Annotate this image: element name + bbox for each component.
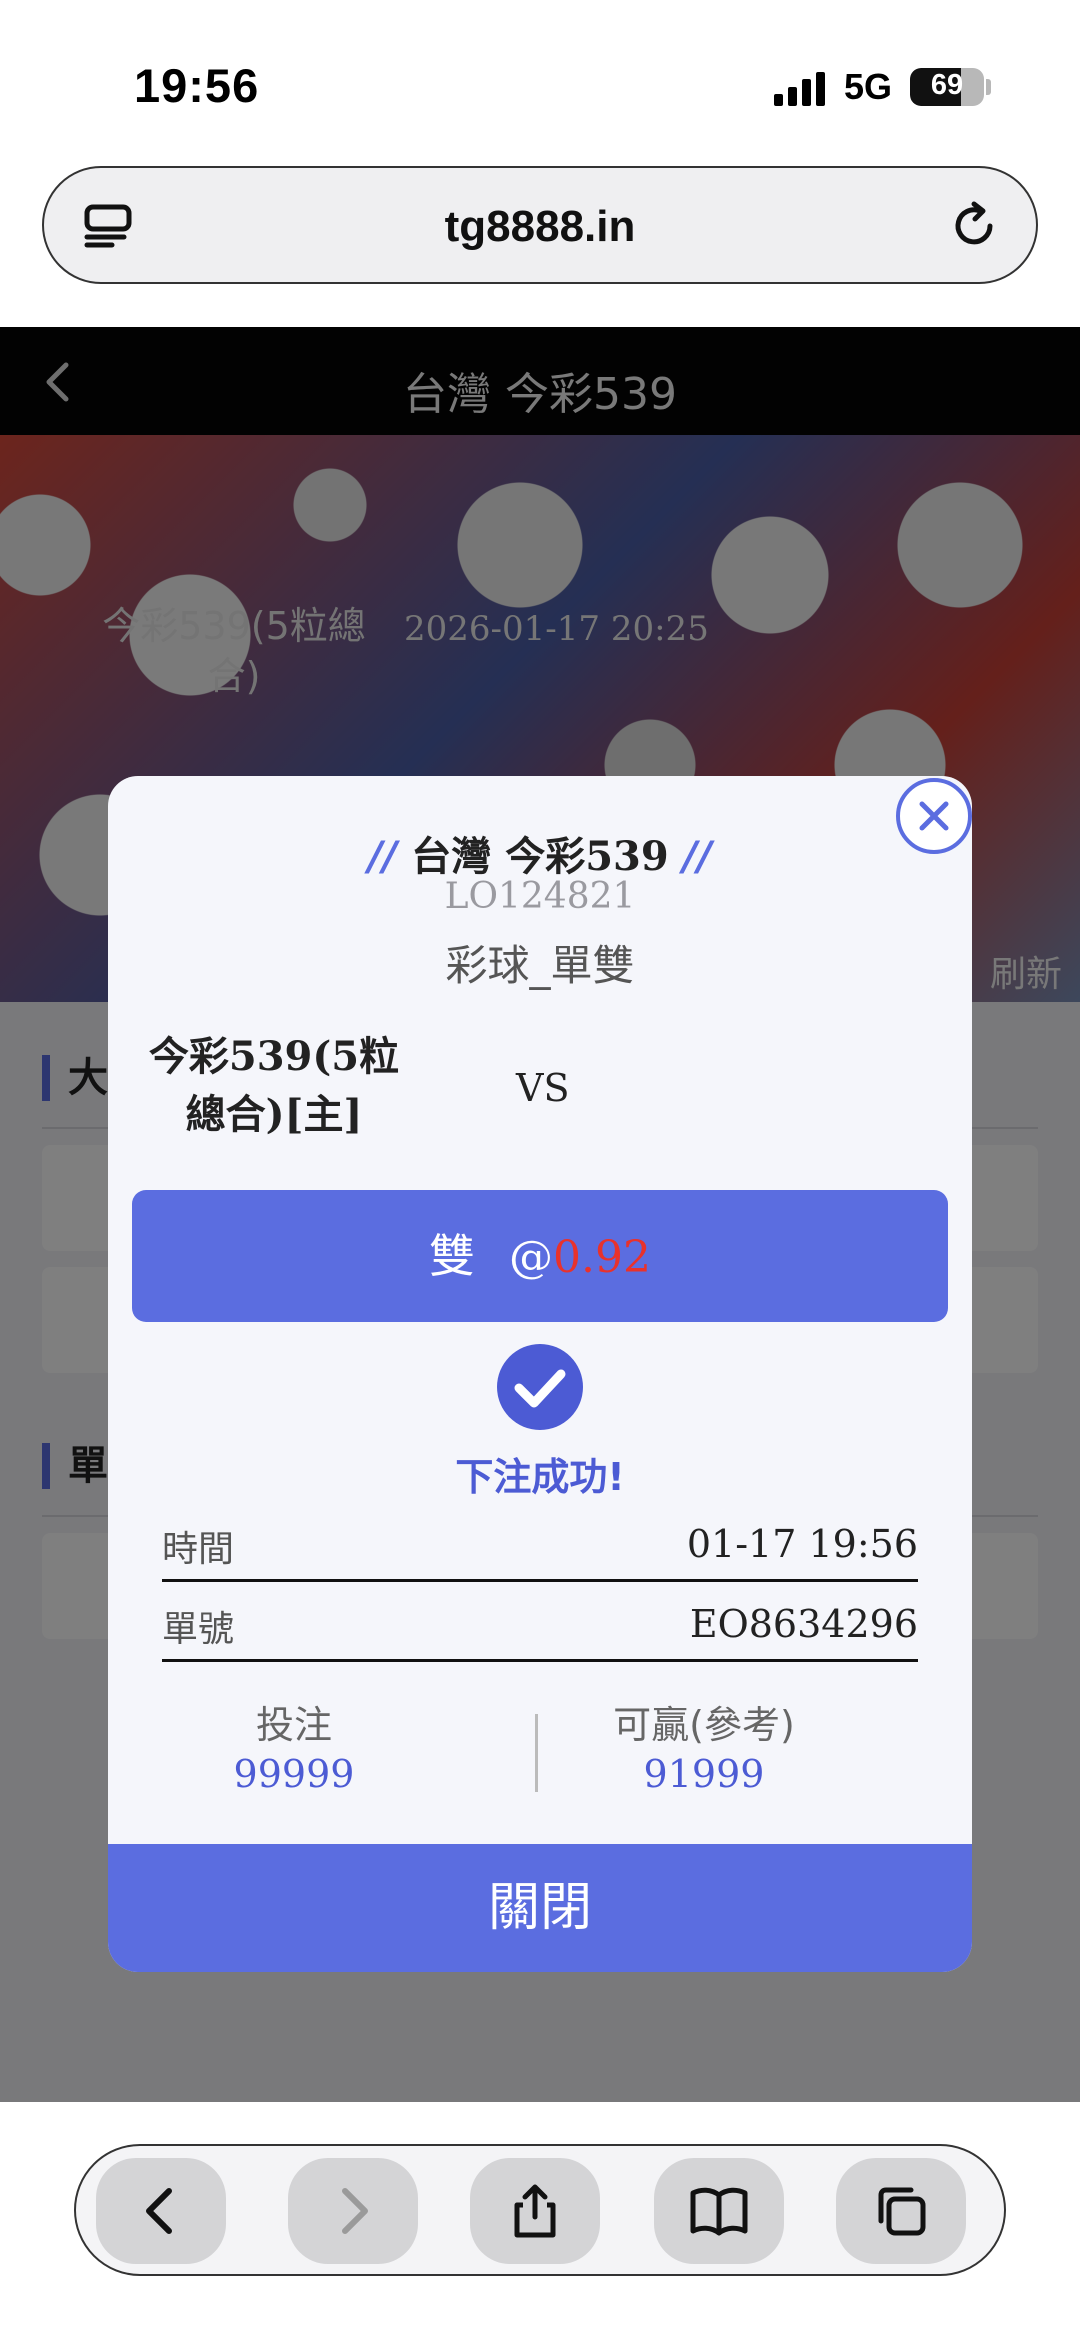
- share-icon[interactable]: [470, 2158, 600, 2264]
- info-label: 時間: [162, 1529, 235, 1570]
- info-value: 01-17 19:56: [686, 1522, 918, 1566]
- at-symbol: @: [509, 1232, 554, 1283]
- signal-icon: [774, 72, 826, 106]
- win-value: 91999: [643, 1752, 765, 1796]
- odds-value: 0.92: [553, 1232, 651, 1283]
- modal-title: // 台灣 今彩539 //: [108, 824, 972, 882]
- win-stat: 可贏(參考) 91999: [524, 1700, 884, 1798]
- chevron-right-icon[interactable]: [288, 2158, 418, 2264]
- status-time: 19:56: [134, 59, 260, 112]
- reload-icon[interactable]: [950, 200, 1000, 250]
- selection-label: 雙: [429, 1229, 476, 1283]
- status-bar: 19:56 5G 69: [0, 0, 1080, 160]
- selection-bar: 雙 @0.92: [132, 1190, 948, 1322]
- close-icon[interactable]: [896, 778, 972, 854]
- info-label: 單號: [162, 1609, 235, 1650]
- home-team: 今彩539(5粒總合)[主]: [148, 1033, 400, 1138]
- battery-icon: 69: [910, 68, 984, 106]
- bet-success-modal: // 台灣 今彩539 // LO124821 彩球_單雙 今彩539(5粒總合)[…: [108, 776, 972, 1972]
- stake-label: 投注: [255, 1703, 332, 1747]
- tabs-icon[interactable]: [836, 2158, 966, 2264]
- chevron-left-icon[interactable]: [96, 2158, 226, 2264]
- browser-toolbar: [0, 2102, 1080, 2348]
- battery-level: 69: [930, 69, 964, 101]
- success-message: 下注成功!: [455, 1455, 625, 1499]
- check-icon: [497, 1344, 583, 1430]
- title-decoration: //: [368, 834, 398, 880]
- win-label: 可贏(參考): [613, 1703, 795, 1747]
- battery-cap: [986, 79, 991, 95]
- info-row-order: 單號 EO8634296: [162, 1592, 918, 1662]
- title-decoration: //: [682, 834, 712, 880]
- bet-type: 彩球_單雙: [445, 941, 635, 990]
- close-button[interactable]: 關閉: [108, 1844, 972, 1972]
- info-row-time: 時間 01-17 19:56: [162, 1512, 918, 1582]
- vs-label: VS: [516, 1066, 570, 1110]
- network-label: 5G: [844, 66, 893, 107]
- game-code: LO124821: [444, 876, 636, 917]
- modal-title-text: 台灣 今彩539: [411, 833, 669, 880]
- url-bar[interactable]: tg8888.in: [42, 166, 1038, 284]
- book-icon[interactable]: [654, 2158, 784, 2264]
- info-value: EO8634296: [689, 1602, 918, 1646]
- url-text[interactable]: tg8888.in: [44, 202, 1036, 252]
- toolbar-pill: [74, 2144, 1006, 2276]
- stake-stat: 投注 99999: [114, 1700, 474, 1798]
- stake-value: 99999: [233, 1752, 355, 1796]
